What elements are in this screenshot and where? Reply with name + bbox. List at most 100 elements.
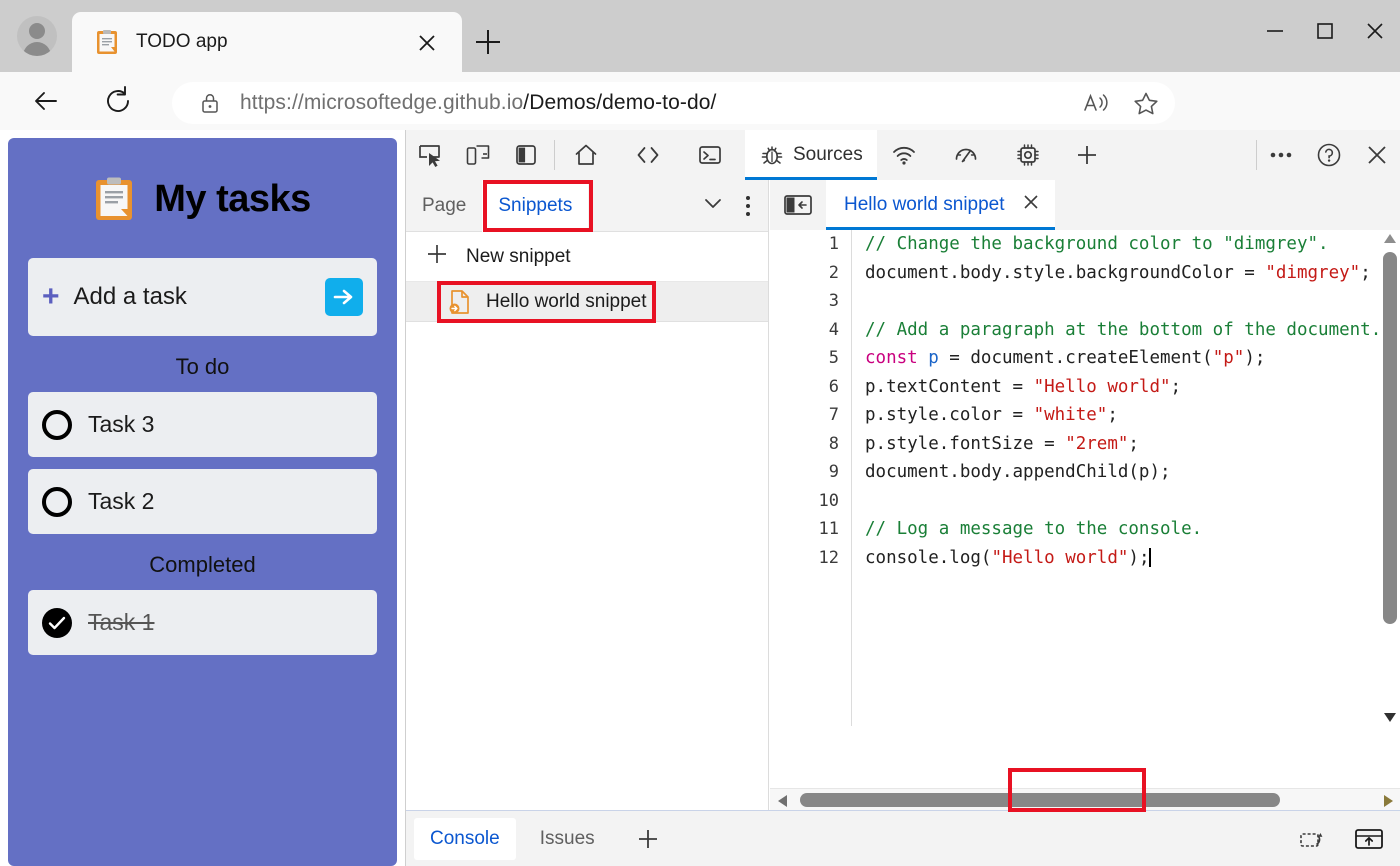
browser-tab[interactable]: TODO app [72, 12, 462, 72]
drawer-tab-issues[interactable]: Issues [524, 818, 611, 860]
drawer-add-tab-button[interactable] [619, 818, 677, 860]
devtools-drawer: Console Issues [406, 810, 1400, 866]
lock-icon [200, 92, 220, 114]
code-line[interactable]: // Log a message to the console. [865, 515, 1400, 544]
more-options-icon[interactable] [736, 192, 760, 220]
code-content[interactable]: // Change the background color to "dimgr… [865, 230, 1400, 572]
code-token: "dimgrey" [1265, 263, 1360, 283]
dock-undock-icon[interactable] [1289, 814, 1337, 864]
add-panel-button[interactable] [1063, 130, 1111, 180]
new-tab-button[interactable] [470, 24, 506, 60]
devtools-tab-network[interactable] [877, 130, 939, 180]
profile-button[interactable] [8, 9, 66, 63]
browser-titlebar: TODO app [0, 0, 1400, 72]
devtools-tab-performance[interactable] [939, 130, 1001, 180]
line-number: 10 [770, 487, 851, 516]
snippet-label: Hello world snippet [486, 291, 647, 313]
devtools-tab-welcome[interactable] [559, 130, 621, 180]
code-line[interactable] [865, 287, 1400, 316]
add-task-input[interactable]: + Add a task [28, 258, 377, 336]
line-number: 9 [770, 458, 851, 487]
navigator-tab-label: Page [422, 195, 466, 217]
inspect-element-icon[interactable] [406, 130, 454, 180]
task-checkbox-unchecked-icon[interactable] [42, 410, 72, 440]
code-line[interactable] [865, 487, 1400, 516]
plus-icon [426, 243, 448, 271]
help-question-icon[interactable] [1305, 130, 1353, 180]
navigator-tab-page[interactable]: Page [406, 180, 482, 232]
web-page-viewport: My tasks + Add a task To do Task 3 Task … [0, 130, 405, 866]
devtools-tab-label: Sources [793, 144, 863, 166]
navigator-tab-label: Snippets [498, 195, 572, 217]
editor-tab-close-icon[interactable] [1021, 192, 1041, 218]
omnibox-actions [1079, 87, 1163, 119]
horizontal-scroll-thumb[interactable] [800, 793, 1280, 807]
snippet-list-item[interactable]: Hello world snippet [406, 282, 768, 322]
code-line[interactable]: p.style.fontSize = "2rem"; [865, 430, 1400, 459]
task-row[interactable]: Task 1 [28, 590, 377, 655]
code-line[interactable]: // Change the background color to "dimgr… [865, 230, 1400, 259]
code-line[interactable]: p.textContent = "Hello world"; [865, 373, 1400, 402]
todo-app: My tasks + Add a task To do Task 3 Task … [8, 138, 397, 866]
task-row[interactable]: Task 3 [28, 392, 377, 457]
editor-horizontal-scrollbar[interactable] [770, 788, 1400, 810]
devtools-tab-elements[interactable] [621, 130, 683, 180]
device-emulation-icon[interactable] [454, 130, 502, 180]
navigator-tabs: Page Snippets [406, 180, 768, 232]
vertical-scroll-thumb[interactable] [1383, 252, 1397, 624]
favorite-star-icon[interactable] [1129, 87, 1163, 119]
reload-button[interactable] [100, 83, 136, 119]
scroll-left-arrow-icon[interactable] [778, 795, 787, 807]
read-aloud-icon[interactable] [1079, 87, 1113, 119]
close-devtools-icon[interactable] [1353, 130, 1400, 180]
drawer-tab-label: Issues [540, 828, 595, 850]
address-bar[interactable]: https://microsoftedge.github.io/Demos/de… [172, 82, 1175, 124]
chevron-down-icon[interactable] [700, 190, 726, 221]
code-line[interactable]: document.body.style.backgroundColor = "d… [865, 259, 1400, 288]
code-token: document.body.style.backgroundColor = [865, 263, 1265, 283]
code-token: // Change the background color to "dimgr… [865, 234, 1329, 254]
scroll-right-arrow-icon[interactable] [1384, 795, 1393, 807]
minimize-button[interactable] [1250, 0, 1300, 62]
code-line[interactable]: document.body.appendChild(p); [865, 458, 1400, 487]
show-drawer-icon[interactable] [1345, 814, 1393, 864]
devtools-tab-console[interactable] [683, 130, 745, 180]
line-number: 1 [770, 230, 851, 259]
close-window-button[interactable] [1350, 0, 1400, 62]
tab-close-icon[interactable] [414, 30, 440, 56]
code-token: "Hello world" [991, 548, 1128, 568]
code-line[interactable]: p.style.color = "white"; [865, 401, 1400, 430]
line-number: 2 [770, 259, 851, 288]
code-token: ); [1128, 548, 1149, 568]
code-line[interactable]: // Add a paragraph at the bottom of the … [865, 316, 1400, 345]
line-number: 3 [770, 287, 851, 316]
navigator-tab-actions [700, 190, 760, 221]
code-editor[interactable]: 123456789101112 // Change the background… [770, 230, 1400, 726]
maximize-button[interactable] [1300, 0, 1350, 62]
todo-header: My tasks [28, 138, 377, 222]
line-number: 7 [770, 401, 851, 430]
devtools-tab-memory[interactable] [1001, 130, 1063, 180]
devtools-toolbar: Sources [406, 130, 1400, 180]
scroll-down-arrow-icon[interactable] [1384, 713, 1396, 722]
code-line[interactable]: const p = document.createElement("p"); [865, 344, 1400, 373]
code-line[interactable]: console.log("Hello world"); [865, 544, 1400, 573]
task-checkbox-unchecked-icon[interactable] [42, 487, 72, 517]
sidebar-toggle-icon[interactable] [502, 130, 550, 180]
task-checkbox-checked-icon[interactable] [42, 608, 72, 638]
submit-task-button[interactable] [325, 278, 363, 316]
task-row[interactable]: Task 2 [28, 469, 377, 534]
editor-vertical-scrollbar[interactable] [1379, 230, 1400, 726]
collapse-sidebar-icon[interactable] [770, 180, 826, 230]
devtools-tab-sources[interactable]: Sources [745, 130, 877, 180]
line-number: 11 [770, 515, 851, 544]
more-options-icon[interactable] [1257, 130, 1305, 180]
navigator-tab-snippets[interactable]: Snippets [482, 180, 588, 232]
editor-open-tab[interactable]: Hello world snippet [826, 180, 1055, 230]
back-button[interactable] [28, 83, 64, 119]
drawer-tab-console[interactable]: Console [414, 818, 516, 860]
scroll-up-arrow-icon[interactable] [1384, 234, 1396, 243]
new-snippet-button[interactable]: New snippet [406, 232, 768, 282]
browser-window: TODO app [0, 0, 1400, 866]
avatar [17, 16, 57, 56]
